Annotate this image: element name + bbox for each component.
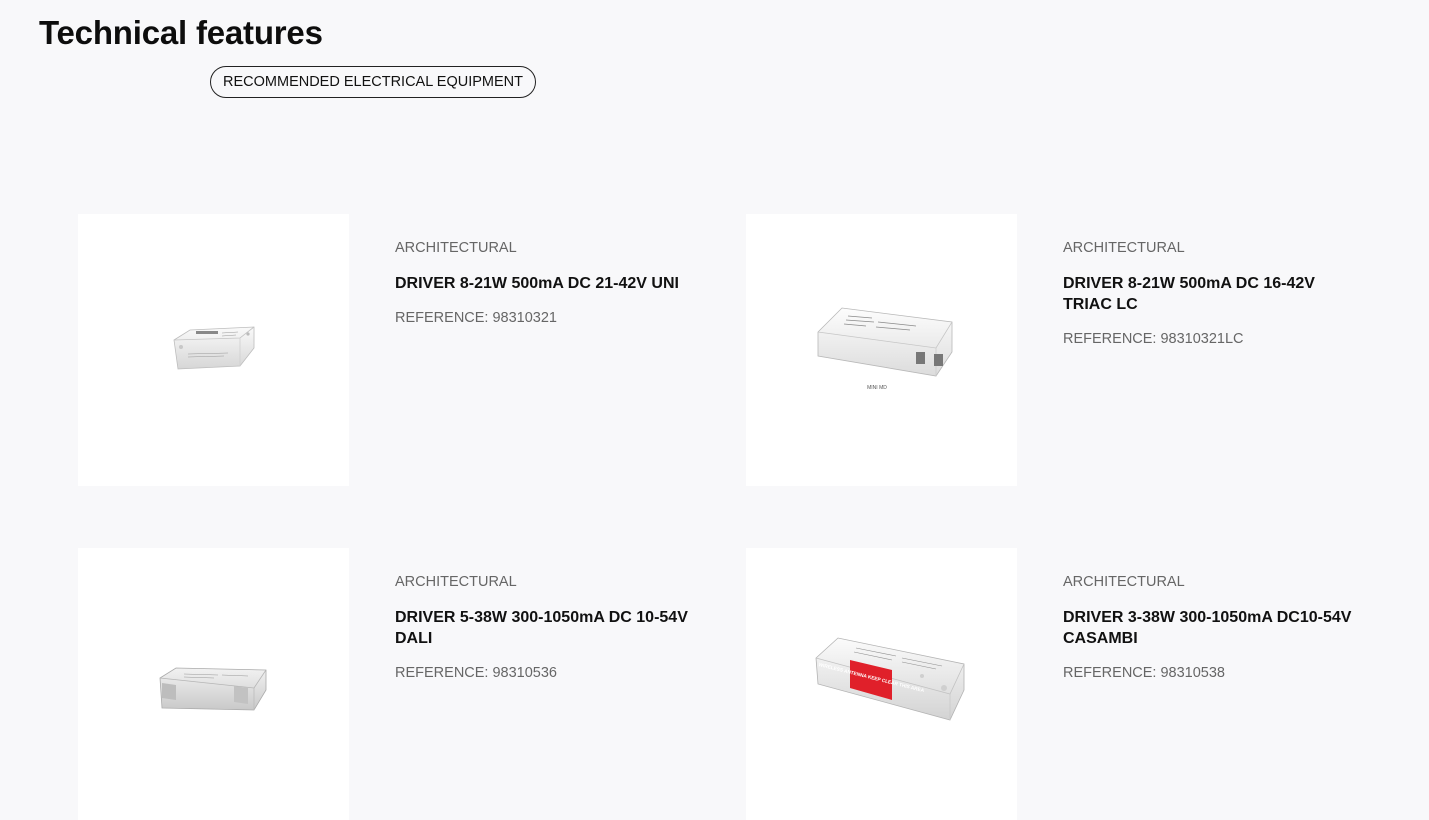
image-caption: MINI MD (867, 385, 887, 391)
product-reference: REFERENCE: 98310321LC (1063, 331, 1363, 347)
product-name-link[interactable]: DRIVER 3-38W 300-1050mA DC10-54V CASAMBI (1063, 607, 1363, 649)
driver-device-image: WIRELESS ANTENNA KEEP CLEAR THIS AREA (815, 637, 965, 721)
reference-label: REFERENCE: (395, 665, 489, 681)
driver-device-image (173, 326, 255, 370)
product-category: ARCHITECTURAL (1063, 574, 1185, 590)
reference-value: 98310536 (492, 665, 557, 681)
reference-value: 98310321 (492, 310, 557, 326)
reference-label: REFERENCE: (1063, 665, 1157, 681)
product-card[interactable]: ARCHITECTURAL DRIVER 5-38W 300-1050mA DC… (78, 548, 718, 820)
recommended-equipment-tab[interactable]: RECOMMENDED ELECTRICAL EQUIPMENT (210, 66, 536, 98)
product-reference: REFERENCE: 98310538 (1063, 665, 1363, 681)
product-name-link[interactable]: DRIVER 8-21W 500mA DC 16-42V TRIAC LC (1063, 273, 1363, 315)
product-reference: REFERENCE: 98310536 (395, 665, 695, 681)
driver-device-image: MINI MD (817, 307, 953, 391)
reference-label: REFERENCE: (1063, 331, 1157, 347)
product-card[interactable]: MINI MD ARCHITECTURAL DRIVER 8-21W 500mA… (746, 214, 1386, 486)
driver-device-image (159, 667, 267, 711)
product-image[interactable]: MINI MD (746, 214, 1017, 486)
reference-label: REFERENCE: (395, 310, 489, 326)
page-title: Technical features (39, 14, 323, 51)
product-category: ARCHITECTURAL (395, 574, 517, 590)
product-name-link[interactable]: DRIVER 8-21W 500mA DC 21-42V UNI (395, 273, 695, 294)
product-card[interactable]: ARCHITECTURAL DRIVER 8-21W 500mA DC 21-4… (78, 214, 718, 486)
product-image[interactable] (78, 548, 349, 820)
product-image[interactable] (78, 214, 349, 486)
product-category: ARCHITECTURAL (395, 240, 517, 256)
product-reference: REFERENCE: 98310321 (395, 310, 695, 326)
reference-value: 98310321LC (1160, 331, 1244, 347)
reference-value: 98310538 (1160, 665, 1225, 681)
product-card[interactable]: WIRELESS ANTENNA KEEP CLEAR THIS AREA AR… (746, 548, 1386, 820)
product-image[interactable]: WIRELESS ANTENNA KEEP CLEAR THIS AREA (746, 548, 1017, 820)
product-name-link[interactable]: DRIVER 5-38W 300-1050mA DC 10-54V DALI (395, 607, 695, 649)
product-category: ARCHITECTURAL (1063, 240, 1185, 256)
